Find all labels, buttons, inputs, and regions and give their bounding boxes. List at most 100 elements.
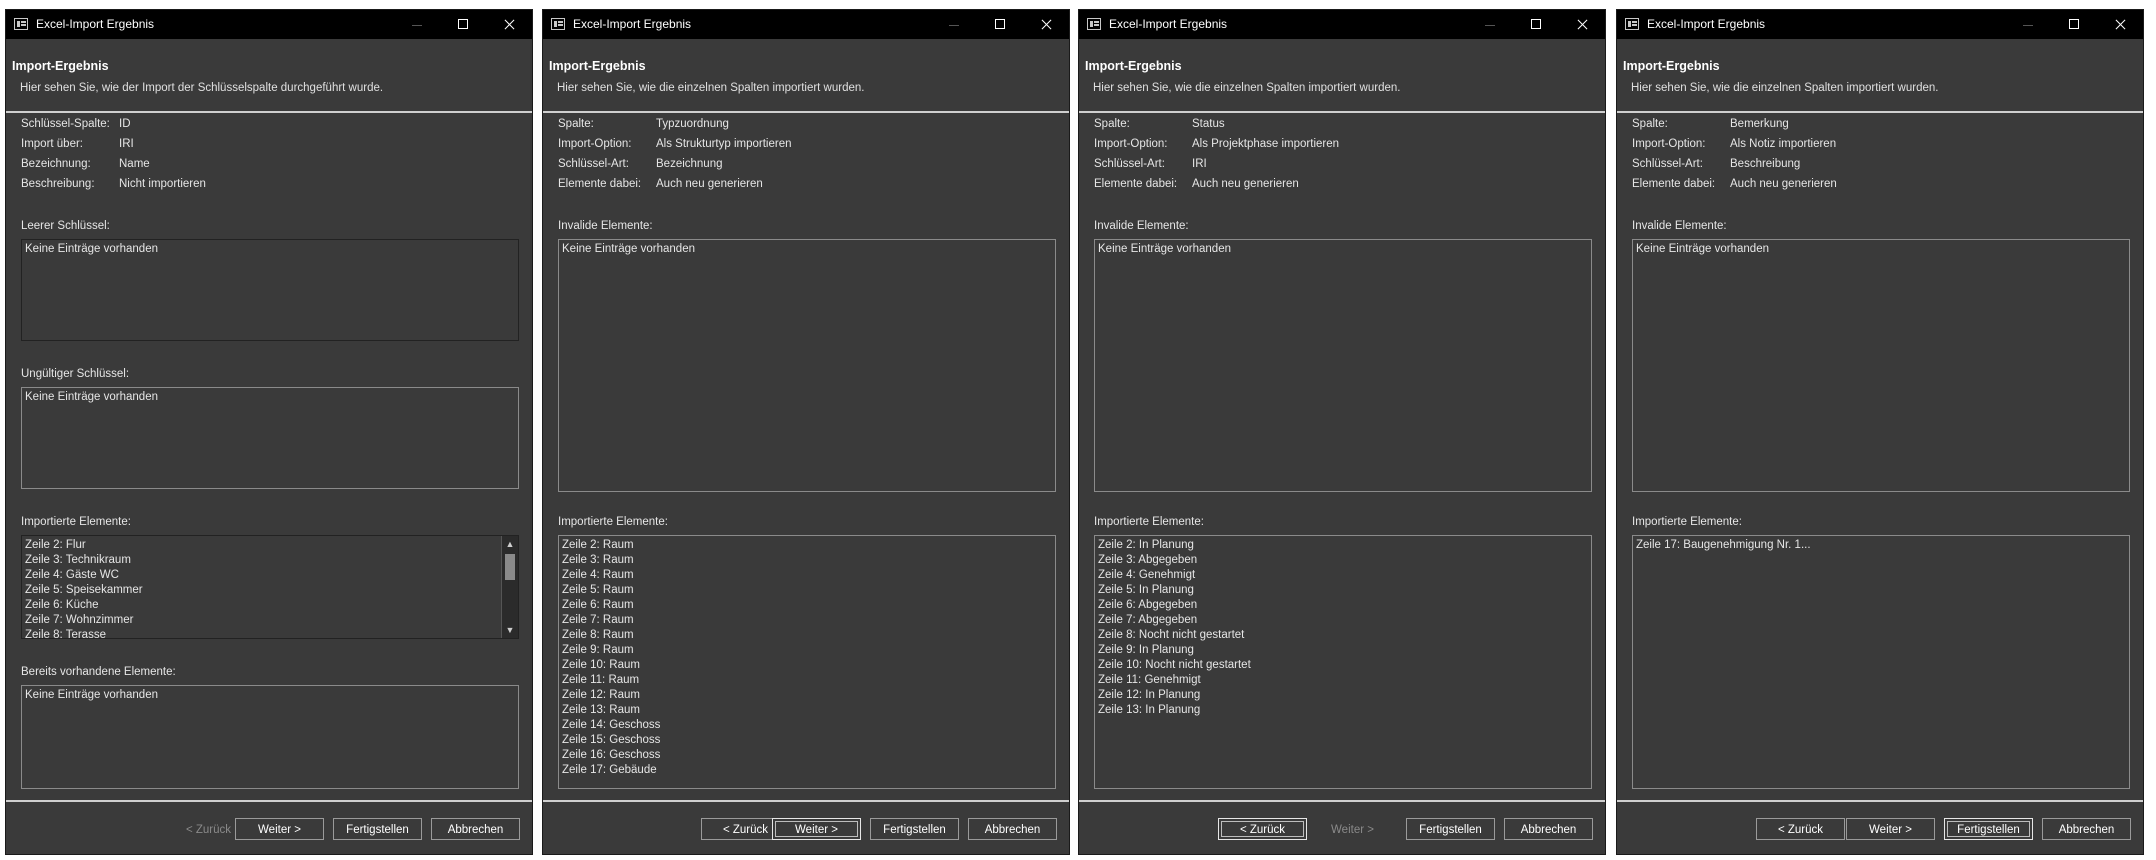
list-item[interactable]: Zeile 6: Abgegeben xyxy=(1095,598,1591,613)
list-item[interactable]: Zeile 10: Raum xyxy=(559,658,1055,673)
maximize-icon[interactable] xyxy=(1513,10,1559,39)
list-item[interactable]: Zeile 5: In Planung xyxy=(1095,583,1591,598)
info-label: Schlüssel-Art: xyxy=(558,158,629,170)
list-item[interactable]: Zeile 6: Raum xyxy=(559,598,1055,613)
window-title: Excel-Import Ergebnis xyxy=(36,17,155,31)
back-button[interactable]: < Zurück xyxy=(1756,818,1845,840)
list-item[interactable]: Zeile 7: Abgegeben xyxy=(1095,613,1591,628)
list-item[interactable]: Keine Einträge vorhanden xyxy=(559,242,1055,257)
list-item[interactable]: Zeile 2: Flur xyxy=(22,538,518,553)
list-item[interactable]: Zeile 6: Küche xyxy=(22,598,518,613)
minimize-icon[interactable] xyxy=(931,10,977,39)
list-item[interactable]: Zeile 17: Baugenehmigung Nr. 1... xyxy=(1633,538,2129,553)
info-label: Schlüssel-Art: xyxy=(1094,158,1165,170)
list-item[interactable]: Zeile 16: Geschoss xyxy=(559,748,1055,763)
close-icon[interactable] xyxy=(1023,10,1069,39)
info-label: Beschreibung: xyxy=(21,178,95,190)
info-row: Import über: IRI xyxy=(21,138,501,158)
imported-elements-list[interactable]: Zeile 17: Baugenehmigung Nr. 1... xyxy=(1632,535,2130,789)
list-item[interactable]: Zeile 7: Wohnzimmer xyxy=(22,613,518,628)
close-icon[interactable] xyxy=(2097,10,2143,39)
finish-button[interactable]: Fertigstellen xyxy=(1944,818,2033,840)
list-item[interactable]: Zeile 11: Genehmigt xyxy=(1095,673,1591,688)
title-bar[interactable]: Excel-Import Ergebnis xyxy=(1617,10,2143,39)
list-item[interactable]: Zeile 17: Gebäude xyxy=(559,763,1055,778)
scrollbar-thumb[interactable] xyxy=(505,554,515,580)
list-item[interactable]: Zeile 11: Raum xyxy=(559,673,1055,688)
list-item[interactable]: Zeile 9: Raum xyxy=(559,643,1055,658)
maximize-icon[interactable] xyxy=(977,10,1023,39)
minimize-icon[interactable] xyxy=(1467,10,1513,39)
page-description: Hier sehen Sie, wie der Import der Schlü… xyxy=(20,82,384,94)
list-item[interactable]: Zeile 4: Gäste WC xyxy=(22,568,518,583)
list-item[interactable]: Zeile 2: Raum xyxy=(559,538,1055,553)
list-item[interactable]: Zeile 15: Geschoss xyxy=(559,733,1055,748)
list-item[interactable]: Zeile 3: Technikraum xyxy=(22,553,518,568)
list-item[interactable]: Zeile 8: Nocht nicht gestartet xyxy=(1095,628,1591,643)
info-table: Schlüssel-Spalte: ID Import über: IRI Beze… xyxy=(21,118,501,198)
finish-button[interactable]: Fertigstellen xyxy=(333,818,422,840)
info-value: Auch neu generieren xyxy=(656,178,763,190)
list-item[interactable]: Zeile 13: Raum xyxy=(559,703,1055,718)
list-item[interactable]: Zeile 9: In Planung xyxy=(1095,643,1591,658)
cancel-button[interactable]: Abbrechen xyxy=(968,818,1057,840)
info-label: Elemente dabei: xyxy=(558,178,642,190)
cancel-button[interactable]: Abbrechen xyxy=(1504,818,1593,840)
minimize-icon[interactable] xyxy=(2005,10,2051,39)
imported-elements-list[interactable]: Zeile 2: Raum Zeile 3: Raum Zeile 4: Rau… xyxy=(558,535,1056,789)
list-item[interactable]: Zeile 3: Abgegeben xyxy=(1095,553,1591,568)
page-title: Import-Ergebnis xyxy=(549,59,646,73)
list-item[interactable]: Zeile 5: Raum xyxy=(559,583,1055,598)
list-item[interactable]: Zeile 12: In Planung xyxy=(1095,688,1591,703)
cancel-button[interactable]: Abbrechen xyxy=(2042,818,2131,840)
existing-elements-list[interactable]: Keine Einträge vorhanden xyxy=(21,685,519,789)
list-item[interactable]: Zeile 5: Speisekammer xyxy=(22,583,518,598)
list-item[interactable]: Keine Einträge vorhanden xyxy=(22,242,518,257)
section-label-imported: Importierte Elemente: xyxy=(1632,516,1742,528)
back-button[interactable]: < Zurück xyxy=(1218,818,1307,840)
list-item[interactable]: Zeile 3: Raum xyxy=(559,553,1055,568)
list-item[interactable]: Zeile 13: In Planung xyxy=(1095,703,1591,718)
list-item[interactable]: Zeile 2: In Planung xyxy=(1095,538,1591,553)
title-bar[interactable]: Excel-Import Ergebnis xyxy=(543,10,1069,39)
next-button[interactable]: Weiter > xyxy=(1846,818,1935,840)
minimize-icon[interactable] xyxy=(394,10,440,39)
invalid-key-list[interactable]: Keine Einträge vorhanden xyxy=(21,387,519,489)
close-icon[interactable] xyxy=(1559,10,1605,39)
list-item[interactable]: Zeile 8: Terasse xyxy=(22,628,518,638)
list-item[interactable]: Keine Einträge vorhanden xyxy=(1633,242,2129,257)
chevron-up-icon[interactable]: ▲ xyxy=(502,536,518,552)
finish-button[interactable]: Fertigstellen xyxy=(1406,818,1495,840)
list-item[interactable]: Keine Einträge vorhanden xyxy=(22,688,518,703)
list-item[interactable]: Zeile 12: Raum xyxy=(559,688,1055,703)
info-label: Spalte: xyxy=(1094,118,1130,130)
invalid-elements-list[interactable]: Keine Einträge vorhanden xyxy=(558,239,1056,492)
imported-elements-list[interactable]: Zeile 2: In Planung Zeile 3: Abgegeben Z… xyxy=(1094,535,1592,789)
empty-key-list[interactable]: Keine Einträge vorhanden xyxy=(21,239,519,341)
list-item[interactable]: Zeile 7: Raum xyxy=(559,613,1055,628)
imported-elements-list[interactable]: Zeile 2: Flur Zeile 3: Technikraum Zeile… xyxy=(21,535,519,639)
next-button[interactable]: Weiter > xyxy=(235,818,324,840)
cancel-button[interactable]: Abbrechen xyxy=(431,818,520,840)
close-icon[interactable] xyxy=(486,10,532,39)
maximize-icon[interactable] xyxy=(2051,10,2097,39)
list-item[interactable]: Keine Einträge vorhanden xyxy=(22,390,518,405)
list-item[interactable]: Zeile 14: Geschoss xyxy=(559,718,1055,733)
list-item[interactable]: Zeile 4: Genehmigt xyxy=(1095,568,1591,583)
title-bar[interactable]: Excel-Import Ergebnis xyxy=(6,10,532,39)
page-title: Import-Ergebnis xyxy=(1623,59,1720,73)
list-item[interactable]: Keine Einträge vorhanden xyxy=(1095,242,1591,257)
invalid-elements-list[interactable]: Keine Einträge vorhanden xyxy=(1632,239,2130,492)
chevron-down-icon[interactable]: ▼ xyxy=(502,622,518,638)
invalid-elements-list[interactable]: Keine Einträge vorhanden xyxy=(1094,239,1592,492)
list-item[interactable]: Zeile 8: Raum xyxy=(559,628,1055,643)
vertical-scrollbar[interactable]: ▲ ▼ xyxy=(501,536,518,638)
finish-button[interactable]: Fertigstellen xyxy=(870,818,959,840)
title-bar[interactable]: Excel-Import Ergebnis xyxy=(1079,10,1605,39)
next-button[interactable]: Weiter > xyxy=(772,818,861,840)
page-description: Hier sehen Sie, wie die einzelnen Spalte… xyxy=(557,82,865,94)
next-button[interactable]: Weiter > xyxy=(1308,818,1397,840)
list-item[interactable]: Zeile 4: Raum xyxy=(559,568,1055,583)
list-item[interactable]: Zeile 10: Nocht nicht gestartet xyxy=(1095,658,1591,673)
maximize-icon[interactable] xyxy=(440,10,486,39)
